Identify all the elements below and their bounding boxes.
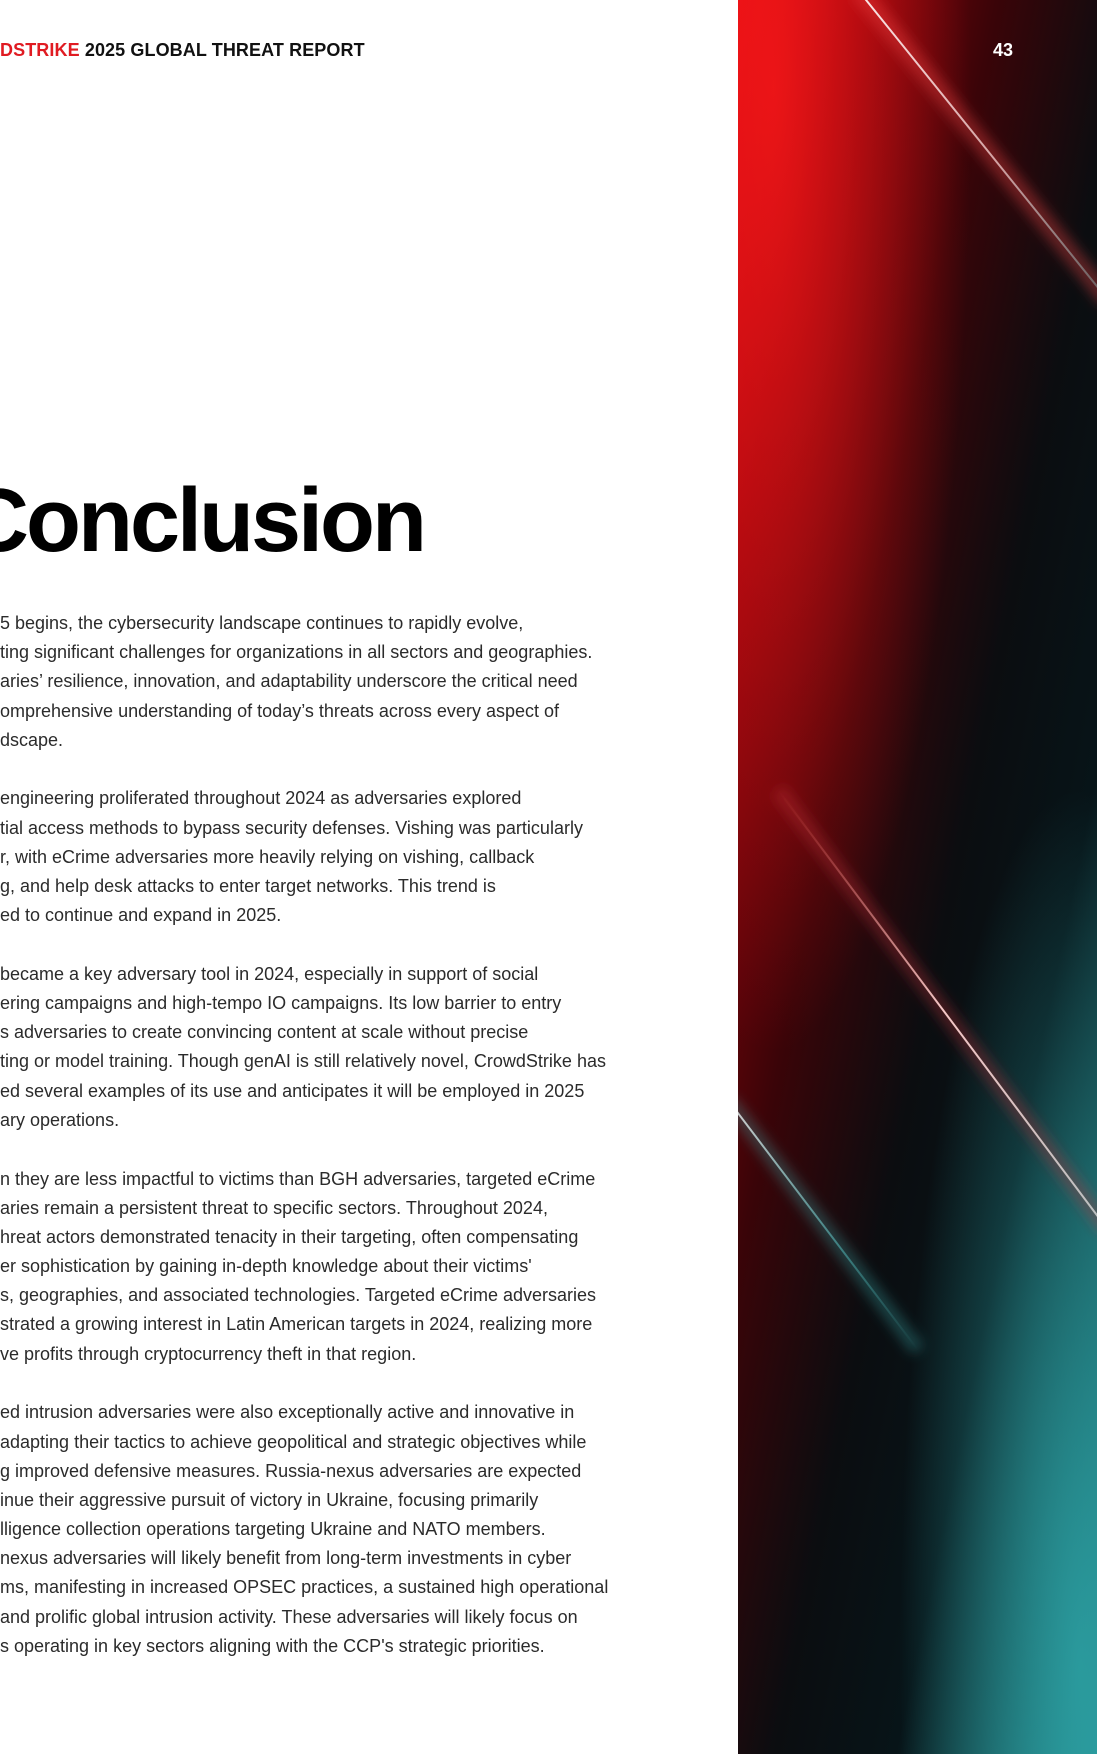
paragraph: n they are less impactful to victims tha… — [0, 1165, 700, 1369]
text-line: ting or model training. Though genAI is … — [0, 1051, 606, 1072]
document-page: DSTRIKE 2025 GLOBAL THREAT REPORT Conclu… — [0, 0, 738, 1754]
text-line: ting significant challenges for organiza… — [0, 642, 593, 663]
paragraph: 5 begins, the cybersecurity landscape co… — [0, 609, 700, 755]
text-line: tial access methods to bypass security d… — [0, 817, 583, 838]
section-heading: Conclusion — [0, 471, 427, 571]
text-line: and prolific global intrusion activity. … — [0, 1606, 578, 1627]
text-line: s adversaries to create convincing conte… — [0, 1022, 529, 1043]
text-line: dscape. — [0, 729, 64, 750]
text-line: hreat actors demonstrated tenacity in th… — [0, 1226, 579, 1247]
text-line: er sophistication by gaining in-depth kn… — [0, 1256, 532, 1277]
text-line: ed intrusion adversaries were also excep… — [0, 1402, 575, 1423]
text-line: lligence collection operations targeting… — [0, 1519, 546, 1540]
paragraph: ed intrusion adversaries were also excep… — [0, 1398, 700, 1661]
decorative-panel: 43 — [738, 0, 1097, 1754]
paragraph: engineering proliferated throughout 2024… — [0, 784, 700, 930]
text-line: g, and help desk attacks to enter target… — [0, 876, 496, 896]
report-header: DSTRIKE 2025 GLOBAL THREAT REPORT — [0, 40, 365, 61]
report-title: 2025 GLOBAL THREAT REPORT — [84, 40, 365, 60]
brand-name: DSTRIKE — [0, 40, 80, 60]
text-line: ary operations. — [0, 1109, 120, 1130]
text-line: adapting their tactics to achieve geopol… — [0, 1431, 587, 1452]
text-line: omprehensive understanding of today’s th… — [0, 700, 559, 721]
text-line: inue their aggressive pursuit of victory… — [0, 1489, 539, 1510]
text-line: g improved defensive measures. Russia-ne… — [0, 1460, 582, 1481]
text-line: engineering proliferated throughout 2024… — [0, 788, 522, 809]
text-line: ed to continue and expand in 2025. — [0, 905, 282, 926]
text-line: nexus adversaries will likely benefit fr… — [0, 1548, 572, 1569]
text-line: aries’ resilience, innovation, and adapt… — [0, 671, 578, 692]
text-line: became a key adversary tool in 2024, esp… — [0, 963, 539, 984]
text-line: ering campaigns and high-tempo IO campai… — [0, 993, 562, 1014]
text-line: ms, manifesting in increased OPSEC pract… — [0, 1577, 609, 1598]
page-number: 43 — [992, 40, 1013, 60]
paragraph: became a key adversary tool in 2024, esp… — [0, 960, 700, 1135]
text-line: 5 begins, the cybersecurity landscape co… — [0, 613, 524, 633]
text-line: r, with eCrime adversaries more heavily … — [0, 846, 535, 867]
text-line: aries remain a persistent threat to spec… — [0, 1197, 548, 1218]
body-text: 5 begins, the cybersecurity landscape co… — [0, 609, 700, 1691]
text-line: n they are less impactful to victims tha… — [0, 1168, 596, 1189]
text-line: s operating in key sectors aligning with… — [0, 1635, 545, 1656]
text-line: ed several examples of its use and antic… — [0, 1080, 585, 1101]
text-line: s, geographies, and associated technolog… — [0, 1285, 597, 1306]
abstract-light-art — [738, 0, 1097, 1754]
text-line: strated a growing interest in Latin Amer… — [0, 1314, 593, 1335]
text-line: ve profits through cryptocurrency theft … — [0, 1343, 417, 1364]
